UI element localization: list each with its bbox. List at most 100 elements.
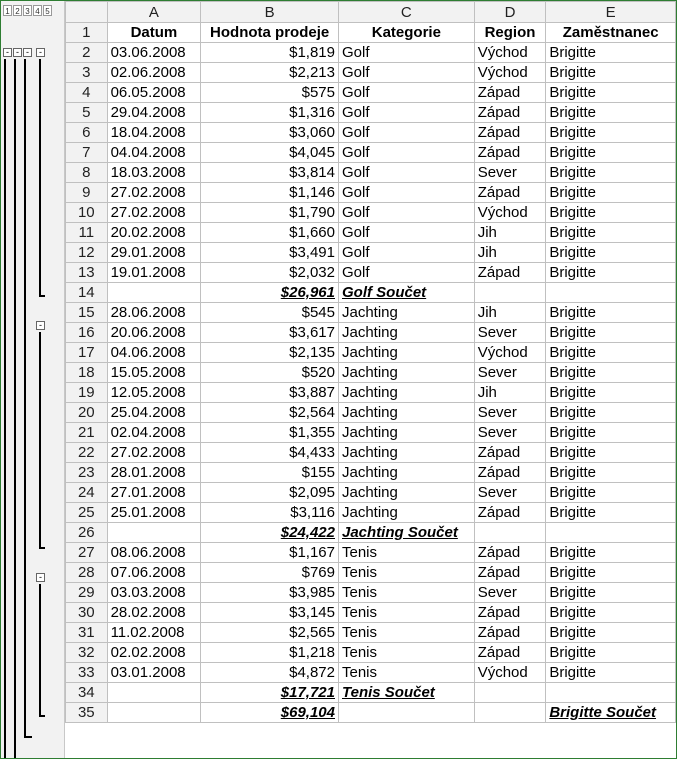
row-number[interactable]: 27: [65, 542, 108, 563]
collapse-golf-group-button[interactable]: -: [36, 48, 45, 57]
cell-hodnota-prodeje[interactable]: $1,819: [200, 42, 339, 63]
outline-level-2-button[interactable]: 2: [13, 5, 22, 16]
row-number[interactable]: 14: [65, 282, 108, 303]
row-number[interactable]: 5: [65, 102, 108, 123]
cell-kategorie[interactable]: Golf: [338, 42, 475, 63]
row-number[interactable]: 32: [65, 642, 108, 663]
row-number[interactable]: 15: [65, 302, 108, 323]
cell-datum[interactable]: [106, 702, 202, 723]
cell-hodnota-prodeje[interactable]: $3,985: [200, 582, 339, 603]
row-number[interactable]: 30: [65, 602, 108, 623]
cell-datum[interactable]: 20.06.2008: [106, 322, 202, 343]
row-number[interactable]: 13: [65, 262, 108, 283]
cell-region[interactable]: Východ: [473, 42, 547, 63]
cell-hodnota-prodeje[interactable]: $4,045: [200, 142, 339, 163]
cell-kategorie[interactable]: Jachting: [338, 502, 475, 523]
cell-region[interactable]: Sever: [473, 422, 547, 443]
cell-hodnota-prodeje[interactable]: $1,355: [200, 422, 339, 443]
row-number[interactable]: 10: [65, 202, 108, 223]
cell-region[interactable]: Západ: [473, 82, 547, 103]
cell-hodnota-prodeje[interactable]: $3,887: [200, 382, 339, 403]
header-cell-kategorie[interactable]: Kategorie: [338, 22, 475, 43]
row-number[interactable]: 29: [65, 582, 108, 603]
cell-zamestnanec[interactable]: Brigitte: [545, 42, 676, 63]
cell-datum[interactable]: 04.04.2008: [106, 142, 202, 163]
cell-region[interactable]: Západ: [473, 182, 547, 203]
collapse-jachting-group-button[interactable]: -: [36, 321, 45, 330]
cell-region[interactable]: Západ: [473, 642, 547, 663]
cell-datum[interactable]: [106, 682, 202, 703]
header-cell-region[interactable]: Region: [473, 22, 547, 43]
cell-kategorie[interactable]: Jachting: [338, 302, 475, 323]
cell-hodnota-prodeje[interactable]: $2,564: [200, 402, 339, 423]
cell-kategorie[interactable]: Golf: [338, 182, 475, 203]
cell-kategorie[interactable]: Golf: [338, 262, 475, 283]
cell-hodnota-prodeje[interactable]: $2,213: [200, 62, 339, 83]
row-number[interactable]: 22: [65, 442, 108, 463]
cell-datum[interactable]: 06.05.2008: [106, 82, 202, 103]
cell-region[interactable]: Jih: [473, 382, 547, 403]
cell-region[interactable]: Západ: [473, 142, 547, 163]
cell-kategorie[interactable]: Tenis: [338, 622, 475, 643]
cell-kategorie[interactable]: Jachting: [338, 342, 475, 363]
column-header-d[interactable]: D: [473, 1, 547, 23]
cell-zamestnanec[interactable]: Brigitte: [545, 362, 676, 383]
cell-hodnota-prodeje[interactable]: $1,660: [200, 222, 339, 243]
cell-zamestnanec[interactable]: Brigitte: [545, 542, 676, 563]
cell-zamestnanec[interactable]: Brigitte: [545, 302, 676, 323]
cell-hodnota-prodeje[interactable]: $3,060: [200, 122, 339, 143]
cell-datum[interactable]: 03.01.2008: [106, 662, 202, 683]
cell-hodnota-prodeje[interactable]: $3,491: [200, 242, 339, 263]
cell-zamestnanec[interactable]: Brigitte Součet: [545, 702, 676, 723]
cell-hodnota-prodeje[interactable]: $3,814: [200, 162, 339, 183]
cell-datum[interactable]: 04.06.2008: [106, 342, 202, 363]
cell-kategorie[interactable]: Tenis: [338, 602, 475, 623]
cell-datum[interactable]: 19.01.2008: [106, 262, 202, 283]
cell-region[interactable]: Východ: [473, 202, 547, 223]
cell-kategorie[interactable]: Jachting: [338, 442, 475, 463]
cell-kategorie[interactable]: Golf: [338, 162, 475, 183]
cell-zamestnanec[interactable]: Brigitte: [545, 162, 676, 183]
cell-zamestnanec[interactable]: Brigitte: [545, 662, 676, 683]
column-header-e[interactable]: E: [545, 1, 676, 23]
cell-region[interactable]: Západ: [473, 622, 547, 643]
row-number[interactable]: 2: [65, 42, 108, 63]
cell-hodnota-prodeje[interactable]: $26,961: [200, 282, 339, 303]
cell-datum[interactable]: 25.04.2008: [106, 402, 202, 423]
cell-datum[interactable]: 02.04.2008: [106, 422, 202, 443]
cell-zamestnanec[interactable]: Brigitte: [545, 402, 676, 423]
cell-datum[interactable]: 27.02.2008: [106, 182, 202, 203]
cell-hodnota-prodeje[interactable]: $2,095: [200, 482, 339, 503]
row-number[interactable]: 25: [65, 502, 108, 523]
cell-region[interactable]: Východ: [473, 342, 547, 363]
cell-kategorie[interactable]: Jachting Součet: [338, 522, 475, 543]
cell-kategorie[interactable]: Golf: [338, 142, 475, 163]
row-number[interactable]: 31: [65, 622, 108, 643]
cell-zamestnanec[interactable]: Brigitte: [545, 242, 676, 263]
cell-kategorie[interactable]: Jachting: [338, 422, 475, 443]
cell-zamestnanec[interactable]: Brigitte: [545, 442, 676, 463]
cell-kategorie[interactable]: Golf: [338, 202, 475, 223]
cell-kategorie[interactable]: Golf: [338, 122, 475, 143]
cell-kategorie[interactable]: Tenis: [338, 662, 475, 683]
cell-hodnota-prodeje[interactable]: $3,145: [200, 602, 339, 623]
cell-zamestnanec[interactable]: [545, 522, 676, 543]
cell-zamestnanec[interactable]: [545, 282, 676, 303]
cell-region[interactable]: Západ: [473, 122, 547, 143]
cell-region[interactable]: [473, 702, 547, 723]
row-number[interactable]: 3: [65, 62, 108, 83]
cell-region[interactable]: [473, 282, 547, 303]
cell-region[interactable]: Sever: [473, 582, 547, 603]
cell-kategorie[interactable]: Golf: [338, 102, 475, 123]
cell-region[interactable]: Jih: [473, 302, 547, 323]
row-number[interactable]: 28: [65, 562, 108, 583]
cell-region[interactable]: Sever: [473, 322, 547, 343]
cell-datum[interactable]: 03.06.2008: [106, 42, 202, 63]
cell-zamestnanec[interactable]: Brigitte: [545, 382, 676, 403]
cell-zamestnanec[interactable]: Brigitte: [545, 222, 676, 243]
cell-kategorie[interactable]: [338, 702, 475, 723]
cell-kategorie[interactable]: Tenis: [338, 542, 475, 563]
cell-hodnota-prodeje[interactable]: $69,104: [200, 702, 339, 723]
row-number[interactable]: 26: [65, 522, 108, 543]
cell-hodnota-prodeje[interactable]: $1,167: [200, 542, 339, 563]
